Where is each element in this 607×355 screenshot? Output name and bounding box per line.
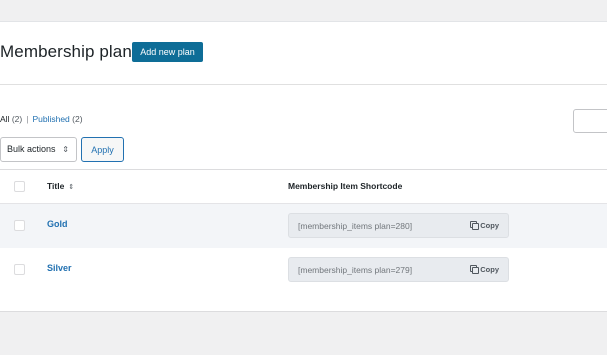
column-title[interactable]: Title ⇕ xyxy=(47,181,74,191)
apply-button[interactable]: Apply xyxy=(81,137,124,162)
copy-button[interactable]: Copy xyxy=(470,221,499,230)
row-checkbox[interactable] xyxy=(14,220,25,231)
shortcode-text: [membership_items plan=280] xyxy=(298,221,413,231)
plan-title-link[interactable]: Silver xyxy=(47,263,72,273)
table-header: Title ⇕ Membership Item Shortcode xyxy=(0,170,607,204)
sort-icon: ⇕ xyxy=(68,184,75,191)
filter-published-count: (2) xyxy=(72,114,83,124)
add-new-plan-button[interactable]: Add new plan xyxy=(132,42,203,62)
shortcode-field[interactable]: [membership_items plan=280] Copy xyxy=(288,213,509,238)
page-header: Membership plans Add new plan xyxy=(0,22,607,85)
plans-table: Title ⇕ Membership Item Shortcode Gold [m… xyxy=(0,169,607,292)
plan-title-link[interactable]: Gold xyxy=(47,219,68,229)
bulk-actions-select[interactable]: Bulk actions ⇕ xyxy=(0,137,77,162)
top-bar xyxy=(0,0,607,21)
copy-button[interactable]: Copy xyxy=(470,265,499,274)
select-all-checkbox[interactable] xyxy=(14,181,25,192)
page-title: Membership plans xyxy=(0,42,141,61)
status-filters: All (2) | Published (2) xyxy=(0,114,83,124)
content-panel: Membership plans Add new plan All (2) | Pu… xyxy=(0,21,607,312)
shortcode-text: [membership_items plan=279] xyxy=(298,265,413,275)
filter-all[interactable]: All (2) xyxy=(0,114,22,124)
row-checkbox[interactable] xyxy=(14,264,25,275)
table-row: Silver [membership_items plan=279] Copy xyxy=(0,248,607,292)
filter-published[interactable]: Published xyxy=(32,114,69,124)
copy-icon xyxy=(470,221,480,230)
column-shortcode: Membership Item Shortcode xyxy=(288,181,403,191)
chevron-updown-icon: ⇕ xyxy=(62,145,69,154)
shortcode-field[interactable]: [membership_items plan=279] Copy xyxy=(288,257,509,282)
copy-icon xyxy=(470,265,480,274)
table-row: Gold [membership_items plan=280] Copy xyxy=(0,204,607,248)
search-input[interactable] xyxy=(573,109,607,133)
